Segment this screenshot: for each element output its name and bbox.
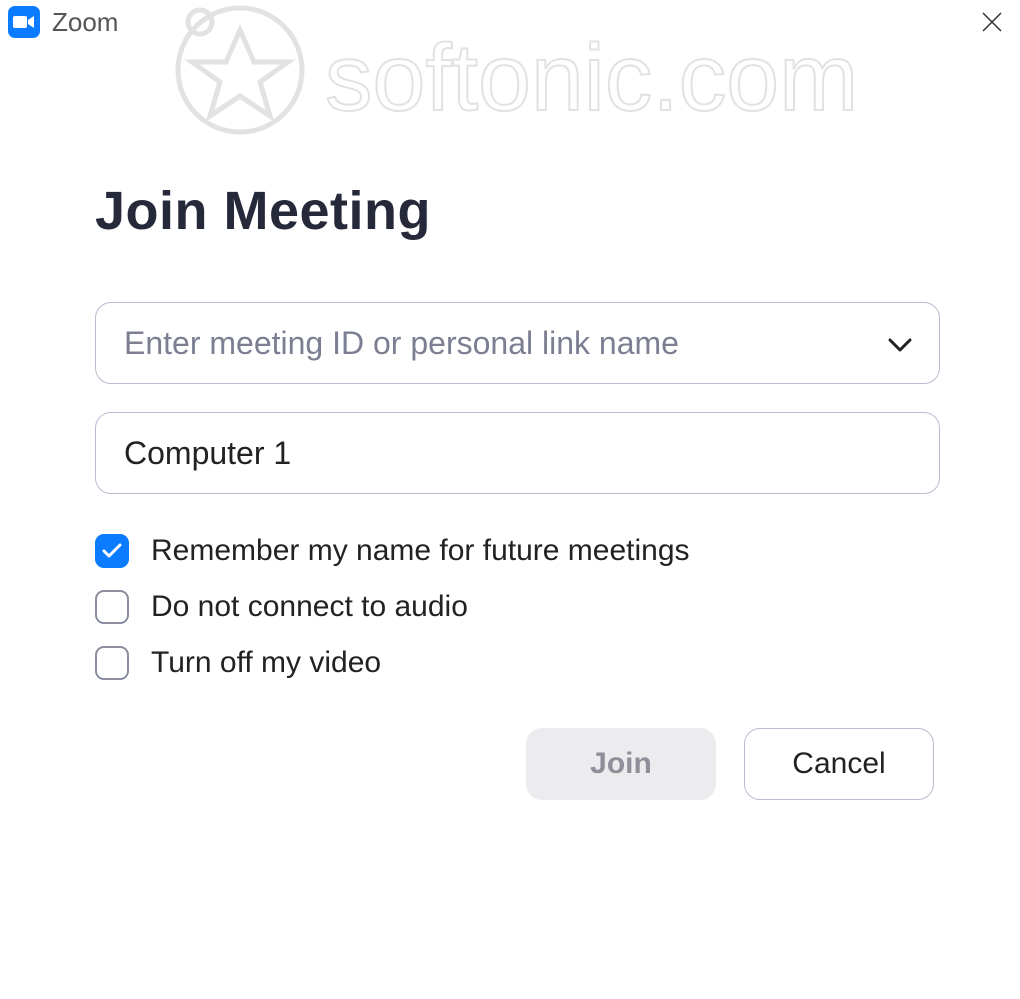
app-title: Zoom	[52, 7, 118, 38]
dialog-heading: Join Meeting	[95, 180, 940, 242]
checkbox-remember-name[interactable]: Remember my name for future meetings	[95, 534, 940, 568]
checkbox-box	[95, 646, 129, 680]
dialog-content: Join Meeting Remember my name for future…	[0, 40, 1020, 800]
close-icon	[981, 11, 1003, 33]
titlebar: Zoom	[0, 0, 1020, 40]
cancel-button[interactable]: Cancel	[744, 728, 934, 800]
meeting-id-field-wrap	[95, 302, 940, 384]
checkbox-box	[95, 534, 129, 568]
meeting-id-input[interactable]	[95, 302, 940, 384]
zoom-app-icon	[8, 6, 40, 38]
name-input[interactable]	[95, 412, 940, 494]
check-icon	[102, 543, 122, 559]
options-group: Remember my name for future meetings Do …	[95, 534, 940, 680]
dialog-footer: Join Cancel	[95, 728, 940, 800]
checkbox-box	[95, 590, 129, 624]
close-button[interactable]	[972, 2, 1012, 42]
checkbox-label: Do not connect to audio	[151, 590, 468, 624]
checkbox-no-audio[interactable]: Do not connect to audio	[95, 590, 940, 624]
checkbox-label: Remember my name for future meetings	[151, 534, 690, 568]
checkbox-label: Turn off my video	[151, 646, 381, 680]
name-field-wrap	[95, 412, 940, 494]
join-button[interactable]: Join	[526, 728, 716, 800]
checkbox-no-video[interactable]: Turn off my video	[95, 646, 940, 680]
